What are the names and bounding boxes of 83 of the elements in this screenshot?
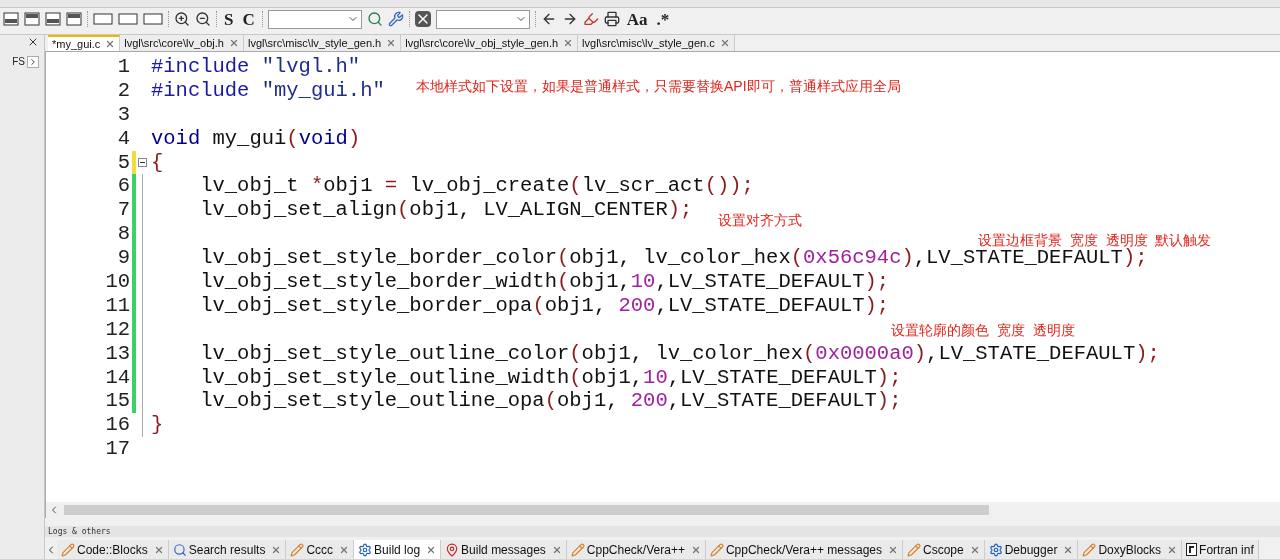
annotation-text: 设置边框背景 宽度 透明度 默认触发 xyxy=(978,231,1212,248)
horizontal-scrollbar[interactable] xyxy=(46,502,1280,518)
log-tab[interactable]: DoxyBlocks xyxy=(1078,540,1183,559)
line-number: 1 xyxy=(116,55,131,79)
log-tab[interactable]: Search results xyxy=(168,540,287,559)
code-line: #include "lvgl.h" xyxy=(150,55,361,79)
line-number: 14 xyxy=(104,365,131,390)
window-layout-icon[interactable] xyxy=(3,12,19,26)
window-layout-icon[interactable] xyxy=(66,12,82,26)
pencil-icon xyxy=(709,542,724,557)
document-icon xyxy=(1186,543,1198,556)
code-line: } xyxy=(150,413,164,438)
annotation-text: 本地样式如下设置，如果是普通样式，只需要替换API即可，普通样式应用全局 xyxy=(416,77,901,96)
close-icon[interactable] xyxy=(27,36,39,48)
code-line: lv_obj_set_style_border_width(obj1,10,LV_STATE_DEFAULT); xyxy=(199,270,890,294)
line-number: 8 xyxy=(116,222,131,247)
annotation-text: 设置对齐方式 xyxy=(718,211,802,230)
pencil-icon xyxy=(1082,542,1097,557)
log-tab[interactable]: Build log xyxy=(354,540,442,559)
log-tab[interactable]: Cscope xyxy=(903,540,985,559)
clear-icon[interactable] xyxy=(414,11,431,27)
search-icon[interactable] xyxy=(366,11,383,27)
annotation-text: 设置轮廓的颜色 宽度 透明度 xyxy=(891,321,1075,340)
window-layout-icon[interactable] xyxy=(45,12,61,26)
code-line: lv_obj_t *obj1 = lv_obj_create(lv_scr_act()); xyxy=(199,174,754,199)
gear-icon xyxy=(358,542,373,557)
line-number: 7 xyxy=(116,198,131,223)
line-number: 10 xyxy=(104,270,131,294)
code-line: lv_obj_set_align(obj1, LV_ALIGN_CENTER); xyxy=(199,198,693,223)
line-number: 2 xyxy=(116,78,131,103)
code-line: lv_obj_set_style_border_color(obj1, lv_color_hex(0x56c94c),LV_STATE_DEFAULT); xyxy=(199,246,1148,270)
window-layout-icon[interactable] xyxy=(24,12,40,26)
code-line: lv_obj_set_style_outline_color(obj1, lv_color_hex(0x0000a0),LV_STATE_DEFAULT); xyxy=(199,341,1160,366)
log-tab[interactable]: Cccc xyxy=(286,540,355,559)
toolbar-button[interactable]: .* xyxy=(654,10,672,28)
pencil-icon xyxy=(907,542,921,557)
gear-icon xyxy=(988,542,1003,557)
printer-icon[interactable] xyxy=(603,11,620,27)
toolbar-button[interactable]: C xyxy=(240,10,257,28)
pencil-icon xyxy=(570,542,585,557)
log-tab[interactable]: Fortran inf xyxy=(1182,540,1259,559)
search-icon xyxy=(172,542,187,557)
log-tab[interactable]: Code::Blocks xyxy=(57,540,169,559)
code-line: void my_gui(void) xyxy=(150,126,361,151)
line-number: 4 xyxy=(116,126,131,151)
frame-icon[interactable] xyxy=(93,12,113,26)
combo-box[interactable] xyxy=(267,9,362,29)
highlighter-icon[interactable] xyxy=(582,11,599,27)
line-number: 6 xyxy=(116,174,131,199)
log-tab[interactable]: CppCheck/Vera++ messages xyxy=(705,540,903,559)
line-number: 11 xyxy=(104,293,131,318)
fold-toggle[interactable] xyxy=(138,158,147,167)
code-line: lv_obj_set_style_outline_width(obj1,10,LV_STATE_DEFAULT); xyxy=(199,365,902,390)
toolbar-button[interactable]: Aa xyxy=(624,10,650,28)
zoom-out-icon[interactable] xyxy=(195,11,211,27)
log-tab[interactable]: Build messages xyxy=(441,540,567,559)
pin-icon xyxy=(445,542,460,557)
panel-tab-label[interactable]: FS xyxy=(12,54,25,69)
scrollbar-thumb[interactable] xyxy=(64,505,989,515)
line-number: 3 xyxy=(116,102,131,127)
pencil-icon xyxy=(290,542,305,557)
log-tab[interactable]: CppCheck/Vera++ xyxy=(566,540,706,559)
line-number: 5 xyxy=(116,150,131,175)
line-number: 15 xyxy=(104,389,131,414)
code-line: #include "my_gui.h" xyxy=(150,78,385,103)
zoom-in-icon[interactable] xyxy=(174,11,190,27)
frame-icon[interactable] xyxy=(143,12,163,26)
code-line: { xyxy=(150,150,164,175)
line-number: 17 xyxy=(104,437,131,462)
line-number: 16 xyxy=(104,413,131,438)
line-number: 13 xyxy=(104,341,131,366)
code-line: lv_obj_set_style_border_opa(obj1, 200,LV_STATE_DEFAULT); xyxy=(199,293,890,318)
code-editor[interactable] xyxy=(45,52,1280,518)
panel-title: Logs & others xyxy=(48,525,111,538)
wrench-icon[interactable] xyxy=(387,11,404,27)
line-number: 9 xyxy=(116,246,131,270)
toolbar-button[interactable]: S xyxy=(222,10,236,28)
editor-tab[interactable]: *my_gui.c xyxy=(48,35,121,51)
log-tab[interactable]: Debugger xyxy=(984,540,1079,559)
line-number: 12 xyxy=(104,317,131,342)
frame-icon[interactable] xyxy=(118,12,138,26)
code-line: lv_obj_set_style_outline_opa(obj1, 200,LV_STATE_DEFAULT); xyxy=(199,389,902,414)
pencil-icon xyxy=(61,542,75,557)
